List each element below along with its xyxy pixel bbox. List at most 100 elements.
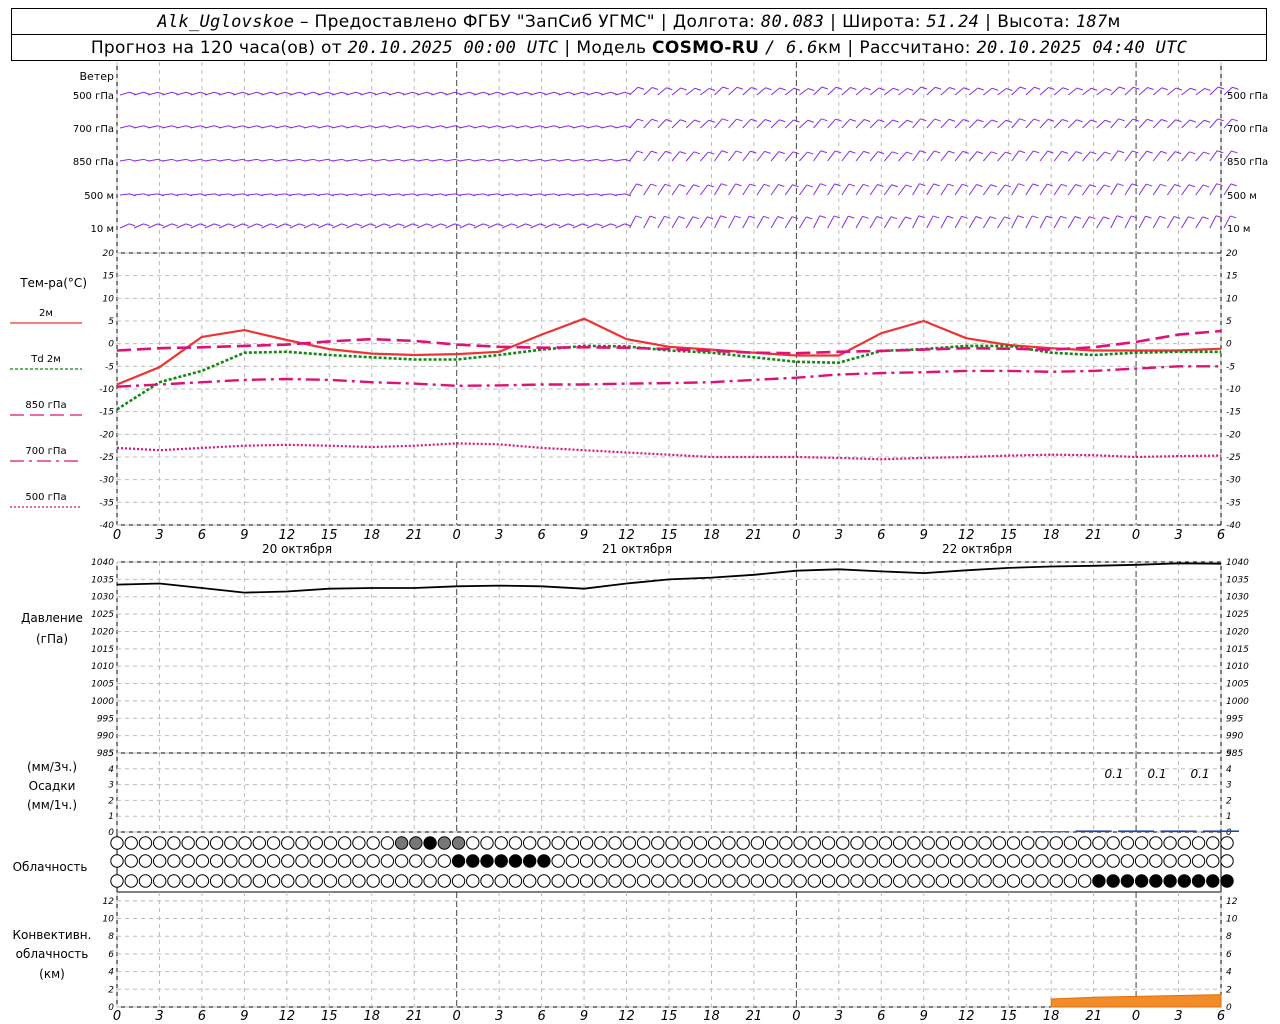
wind-barb-flag: [214, 223, 221, 227]
precip-bar: [1075, 830, 1112, 832]
wind-barb: [799, 151, 808, 162]
wind-barb: [247, 91, 257, 96]
wind-barb: [431, 158, 442, 162]
wind-barb: [1167, 119, 1176, 129]
wind-barb-flag: [299, 91, 306, 95]
hour-tick-label-upper: 12: [618, 528, 635, 543]
wind-barb: [1110, 215, 1118, 229]
cloud-glyph: [608, 874, 622, 888]
wind-barb: [1209, 215, 1217, 229]
cloud-glyph: [722, 874, 736, 888]
wind-level-label-right: 10 м: [1227, 224, 1250, 235]
wind-barb-flag: [341, 223, 348, 227]
legend-label-td2m: Td 2м: [30, 354, 61, 365]
wind-barb: [615, 125, 626, 129]
wind-barb-flag: [568, 91, 575, 95]
wind-barb-flag: [693, 184, 700, 188]
hour-tick-label-upper: 6: [877, 528, 885, 543]
wind-barb-flag: [636, 150, 644, 154]
wind-barb-flag: [736, 86, 744, 90]
cloud-glyph: [964, 854, 978, 868]
wind-barb: [1025, 183, 1034, 196]
wind-barb-flag: [610, 91, 617, 95]
cloud-glyph: [1177, 874, 1192, 888]
wind-barb: [502, 125, 512, 129]
cloud-glyph: [1149, 874, 1163, 888]
wind-barb-flag: [200, 91, 207, 95]
cloud-glyph: [252, 874, 267, 888]
wind-barb: [388, 125, 399, 129]
wind-barb: [1082, 87, 1092, 96]
cloud-glyph: [693, 854, 708, 868]
wind-barb-flag: [539, 91, 547, 95]
hour-tick-label-lower: 3: [155, 1009, 163, 1024]
wind-barb-flag: [171, 223, 178, 227]
prec-tick-label-right: 5: [1226, 749, 1232, 759]
wind-barb: [374, 91, 385, 96]
cloud-glyph: [651, 836, 665, 850]
wind-barb: [629, 118, 638, 129]
wind-barb: [530, 125, 541, 129]
wind-barb-flag: [242, 223, 249, 227]
wind-barb-flag: [596, 223, 603, 227]
cloud-glyph: [594, 836, 608, 850]
cloud-glyph: [992, 854, 1007, 868]
wind-barb: [983, 151, 992, 162]
pres-tick-label-left: 995: [97, 714, 114, 724]
wind-barb: [204, 158, 215, 162]
wind-barb: [134, 125, 144, 129]
date-label-2: 21 октября: [602, 542, 672, 556]
wind-barb: [190, 223, 201, 229]
conv-title-1: Конвективн.: [13, 928, 92, 942]
wind-barb: [289, 193, 300, 196]
wind-barb: [445, 91, 456, 96]
conv-tick-label-right: 2: [1226, 985, 1232, 995]
wind-barb: [247, 193, 258, 196]
wind-barb-flag: [976, 184, 983, 187]
wind-barb-flag: [1132, 150, 1139, 154]
wind-barb-flag: [256, 91, 263, 95]
wind-barb-flag: [848, 215, 855, 219]
wind-barb: [233, 91, 243, 96]
cloud-glyph: [1106, 874, 1120, 888]
cloud-glyph: [409, 836, 423, 850]
hour-tick-label-upper: 18: [363, 528, 380, 543]
wind-barb-flag: [934, 150, 941, 154]
hour-tick-label-upper: 18: [703, 528, 720, 543]
precip-title: Осадки: [29, 779, 76, 793]
wind-barb-flag: [636, 183, 643, 187]
wind-barb-flag: [948, 150, 955, 154]
cloud-glyph: [579, 836, 594, 850]
wind-barb: [700, 88, 710, 96]
wind-barb-flag: [369, 91, 377, 95]
cloud-glyph: [949, 854, 964, 868]
wind-barb: [218, 91, 229, 96]
wind-barb: [303, 193, 314, 196]
cloud-glyph: [124, 836, 138, 850]
wind-barb: [176, 91, 187, 96]
wind-barb: [1181, 216, 1189, 229]
cloud-glyph: [337, 854, 352, 868]
wind-barb-flag: [313, 223, 320, 227]
hour-tick-label-upper: 21: [406, 528, 423, 543]
prec-tick-label-left: 4: [108, 765, 114, 775]
wind-barb: [1138, 118, 1148, 129]
temp-tick-label-right: 5: [1226, 317, 1232, 327]
wind-barb: [346, 91, 357, 96]
wind-barb: [473, 158, 484, 162]
wind-barb-flag: [650, 183, 657, 187]
conv-tick-label-left: 2: [108, 985, 114, 995]
wind-barb-flag: [1074, 216, 1082, 219]
wind-barb-flag: [1118, 118, 1125, 122]
wind-barb: [1025, 215, 1033, 229]
cloud-glyph: [551, 836, 565, 850]
wind-barb: [997, 88, 1007, 96]
wind-barb: [983, 87, 993, 96]
wind-barb-flag: [313, 91, 320, 95]
wind-barb-flag: [1217, 150, 1224, 154]
cloud-glyph: [722, 854, 736, 868]
wind-barb-flag: [1103, 184, 1111, 188]
wind-barb-flag: [933, 183, 940, 187]
cloud-glyph: [779, 836, 793, 850]
wind-barb: [756, 119, 766, 129]
